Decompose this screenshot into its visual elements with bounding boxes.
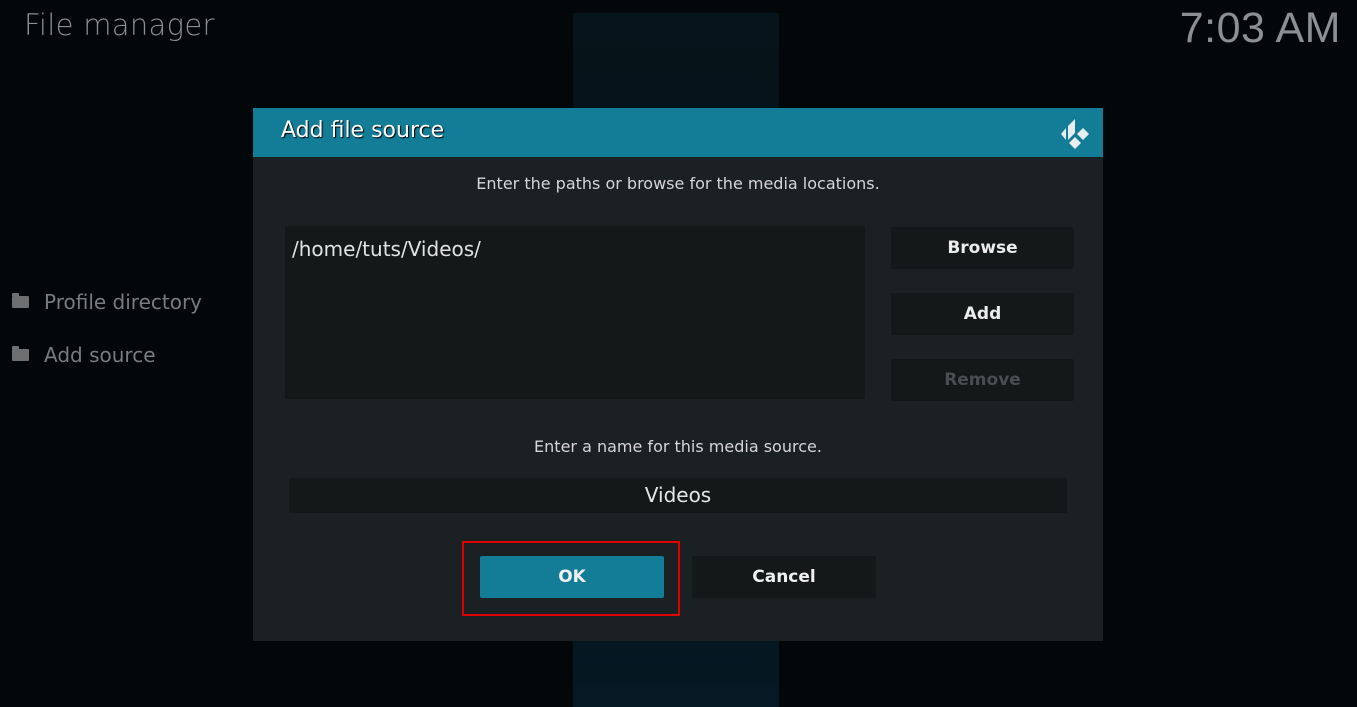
sidebar-item-label: Add source (44, 343, 156, 367)
cancel-button[interactable]: Cancel (692, 556, 876, 598)
paths-hint: Enter the paths or browse for the media … (476, 174, 880, 193)
dialog-header: Add file source (253, 108, 1103, 157)
clock: 7:03 AM (1179, 4, 1341, 52)
add-button[interactable]: Add (891, 293, 1074, 335)
path-list[interactable]: /home/tuts/Videos/ (285, 226, 865, 399)
folder-icon (12, 346, 29, 361)
remove-button[interactable]: Remove (891, 359, 1074, 401)
sidebar-item-add-source[interactable]: Add source (12, 343, 156, 367)
window-title: File manager (24, 8, 215, 42)
browse-button[interactable]: Browse (891, 227, 1074, 269)
path-item[interactable]: /home/tuts/Videos/ (292, 237, 481, 261)
source-name-input[interactable]: Videos (289, 478, 1067, 513)
sidebar-item-label: Profile directory (44, 290, 203, 314)
dialog-title: Add file source (281, 118, 445, 143)
highlight-annotation (462, 541, 680, 616)
sidebar-item-profile-directory[interactable]: Profile directory (12, 290, 202, 314)
kodi-logo-icon (1061, 119, 1089, 149)
folder-icon (12, 293, 29, 308)
name-hint: Enter a name for this media source. (534, 437, 822, 456)
